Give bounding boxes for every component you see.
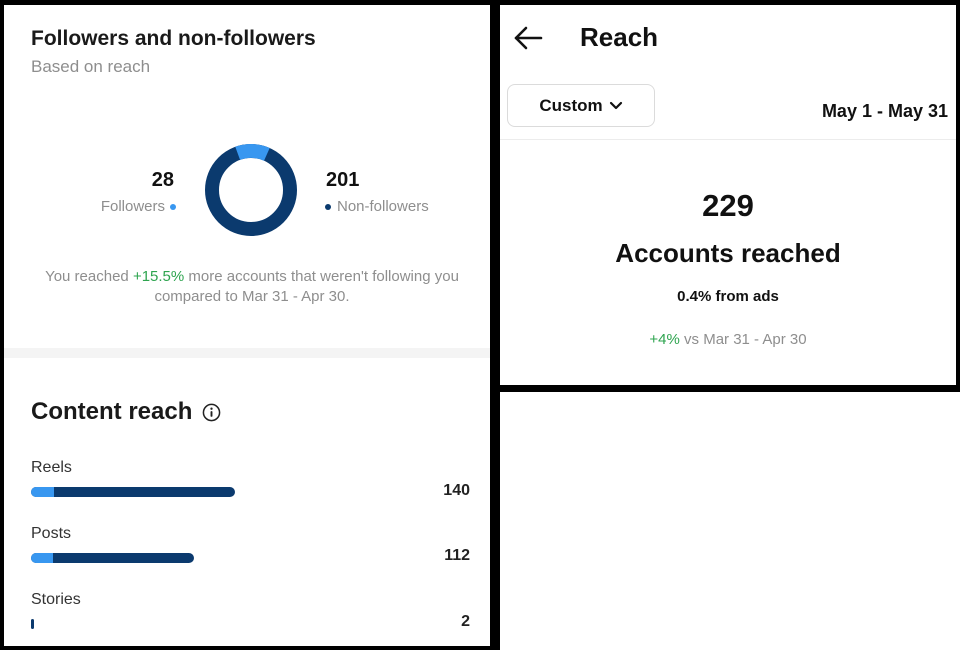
followers-card-title: Followers and non-followers	[31, 27, 316, 50]
bar-non-followers-segment	[31, 619, 34, 629]
followers-content-panel: Followers and non-followers Based on rea…	[0, 0, 494, 650]
followers-comparison-note: You reached +15.5% more accounts that we…	[32, 267, 472, 307]
content-reach-row-value: 112	[444, 547, 470, 564]
content-reach-bar	[31, 619, 235, 629]
non-followers-count: 201	[326, 169, 360, 191]
page-title: Reach	[580, 22, 659, 52]
followers-donut-chart	[205, 144, 297, 236]
section-divider	[4, 348, 490, 358]
empty-area	[494, 392, 960, 650]
content-reach-row-value: 140	[443, 482, 470, 499]
date-range-dropdown-label: Custom	[539, 95, 603, 115]
followers-legend-label: Followers	[100, 198, 165, 215]
note-change: +15.5%	[132, 268, 185, 285]
reach-change: +4%	[649, 331, 680, 348]
reach-panel: Reach Custom May 1 - May 31 229 Accounts…	[494, 0, 960, 392]
followers-count: 28	[151, 169, 174, 191]
header-divider	[500, 139, 956, 140]
bar-non-followers-segment	[31, 553, 194, 563]
non-followers-dot-icon	[325, 203, 331, 210]
non-followers-legend-label: Non-followers	[337, 198, 429, 215]
content-reach-heading: Content reach	[31, 398, 221, 426]
content-reach-row-label: Stories	[31, 591, 81, 608]
content-reach-row-label: Posts	[31, 525, 72, 542]
back-arrow-icon[interactable]	[512, 25, 544, 51]
followers-legend: Followers	[101, 198, 176, 215]
note-prefix: You reached	[45, 268, 133, 285]
date-range-text: May 1 - May 31	[821, 101, 948, 121]
bar-followers-segment	[31, 553, 53, 563]
content-reach-bar	[31, 553, 235, 563]
accounts-reached-label: Accounts reached	[615, 238, 841, 268]
note-suffix: more accounts that weren't following you…	[154, 268, 459, 305]
content-reach-row-value: 2	[461, 613, 470, 630]
content-reach-bar	[31, 487, 235, 497]
reach-comparison: +4% vs Mar 31 - Apr 30	[500, 331, 956, 348]
bar-non-followers-segment	[31, 487, 235, 497]
accounts-reached-value: 229	[702, 188, 754, 223]
content-reach-row-label: Reels	[31, 459, 72, 476]
content-reach-title: Content reach	[31, 398, 193, 425]
followers-card-subtitle: Based on reach	[31, 57, 151, 76]
donut-non-followers-arc	[205, 144, 297, 236]
chevron-down-icon	[609, 101, 622, 109]
from-ads-text: 0.4% from ads	[677, 288, 779, 305]
date-range-dropdown[interactable]: Custom	[507, 84, 655, 127]
non-followers-legend: Non-followers	[325, 198, 429, 215]
followers-dot-icon	[170, 203, 176, 210]
info-icon[interactable]	[202, 403, 221, 422]
reach-change-suffix: vs Mar 31 - Apr 30	[679, 331, 807, 348]
bar-followers-segment	[31, 487, 54, 497]
